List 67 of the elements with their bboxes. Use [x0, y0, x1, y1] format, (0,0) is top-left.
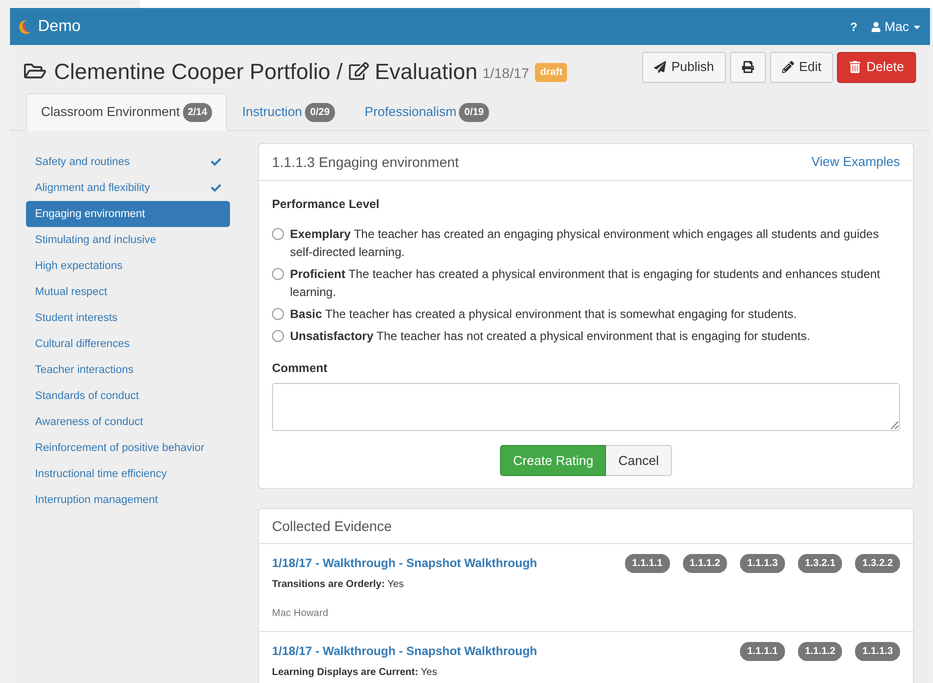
status-badge: draft	[535, 63, 568, 82]
sidebar-item[interactable]: Instructional time efficiency	[26, 461, 230, 487]
evidence-detail: Learning Displays are Current: Yes	[272, 666, 438, 680]
evidence-detail: Transitions are Orderly: Yes	[272, 578, 405, 592]
comment-field[interactable]	[272, 383, 900, 431]
delete-button[interactable]: Delete	[837, 52, 916, 82]
sidebar-item[interactable]: Standards of conduct	[26, 383, 230, 409]
user-icon	[871, 22, 882, 32]
sidebar-item[interactable]: Interruption management	[26, 487, 230, 513]
edit-button[interactable]: Edit	[770, 52, 834, 82]
logo-icon	[18, 18, 32, 34]
pencil-icon	[782, 61, 794, 73]
standard-tag: 1.1.1.3	[855, 642, 900, 661]
cancel-button[interactable]: Cancel	[606, 445, 672, 476]
option-text: Proficient The teacher has created a physical environment that is engaging for students and enhances student learning.	[290, 266, 882, 301]
user-menu[interactable]: Mac	[871, 16, 922, 36]
paper-plane-icon	[654, 61, 666, 73]
help-link[interactable]: ?	[850, 18, 858, 36]
create-rating-button[interactable]: Create Rating	[500, 445, 606, 476]
standard-tag: 1.3.2.2	[855, 554, 900, 573]
option-text: Unsatisfactory The teacher has not created a physical environment that is engaging for students.	[290, 328, 810, 345]
trash-icon	[849, 61, 862, 73]
sidebar-item[interactable]: Engaging environment	[26, 201, 230, 227]
sidebar-item[interactable]: Awareness of conduct	[26, 409, 230, 435]
radio-button[interactable]	[272, 228, 284, 240]
sidebar-item[interactable]: Alignment and flexibility	[26, 175, 230, 201]
evidence-link[interactable]: 1/18/17 - Walkthrough - Snapshot Walkthrough	[272, 642, 740, 660]
section-tab[interactable]: Instruction 0/29	[227, 93, 350, 131]
performance-level-label: Performance Level	[272, 196, 380, 213]
panel-title: Collected Evidence	[272, 516, 392, 536]
section-tab[interactable]: Classroom Environment 2/14	[26, 93, 228, 131]
sidebar-item[interactable]: Student interests	[26, 305, 230, 331]
radio-button[interactable]	[272, 268, 284, 280]
section-tab[interactable]: Professionalism 0/19	[350, 93, 504, 131]
evidence-link[interactable]: 1/18/17 - Walkthrough - Snapshot Walkthrough	[272, 554, 626, 572]
sidebar-item[interactable]: Reinforcement of positive behavior	[26, 435, 230, 461]
page-title: Clementine Cooper Portfolio /	[54, 58, 344, 86]
sidebar-item[interactable]: Teacher interactions	[26, 357, 230, 383]
standard-tag: 1.1.1.3	[740, 554, 785, 573]
standard-tag: 1.1.1.2	[682, 554, 728, 573]
evaluation-date: 1/18/17	[482, 64, 530, 82]
folder-icon	[24, 61, 46, 81]
panel-title: 1.1.1.3 Engaging environment	[272, 152, 460, 172]
comment-label: Comment	[272, 360, 328, 377]
option-text: Exemplary The teacher has created an engaging physical environment which engages all students and guides self-directed learning.	[290, 226, 880, 261]
radio-button[interactable]	[272, 308, 284, 320]
view-examples-link[interactable]: View Examples	[811, 152, 900, 172]
sidebar-item[interactable]: Mutual respect	[26, 279, 230, 305]
edit-icon	[348, 61, 369, 81]
sidebar-item[interactable]: Cultural differences	[26, 331, 230, 357]
check-icon	[211, 157, 221, 167]
sidebar-item[interactable]: Stimulating and inclusive	[26, 227, 230, 253]
sidebar-item[interactable]: High expectations	[26, 253, 230, 279]
standard-tag: 1.1.1.1	[740, 642, 785, 661]
print-icon	[742, 61, 754, 73]
evidence-author: Mac Howard	[272, 607, 330, 621]
check-icon	[211, 183, 221, 193]
print-button[interactable]	[730, 52, 766, 82]
option-text: Basic The teacher has created a physical environment that is somewhat engaging for students.	[290, 306, 797, 323]
publish-button[interactable]: Publish	[642, 52, 726, 82]
radio-button[interactable]	[272, 330, 284, 342]
standard-tag: 1.1.1.2	[798, 642, 842, 661]
standard-tag: 1.1.1.1	[625, 554, 670, 573]
standard-tag: 1.3.2.1	[798, 554, 842, 573]
page-subtitle: Evaluation	[374, 58, 478, 86]
brand-name[interactable]: Demo	[38, 14, 81, 38]
sidebar-item[interactable]: Safety and routines	[26, 149, 230, 175]
